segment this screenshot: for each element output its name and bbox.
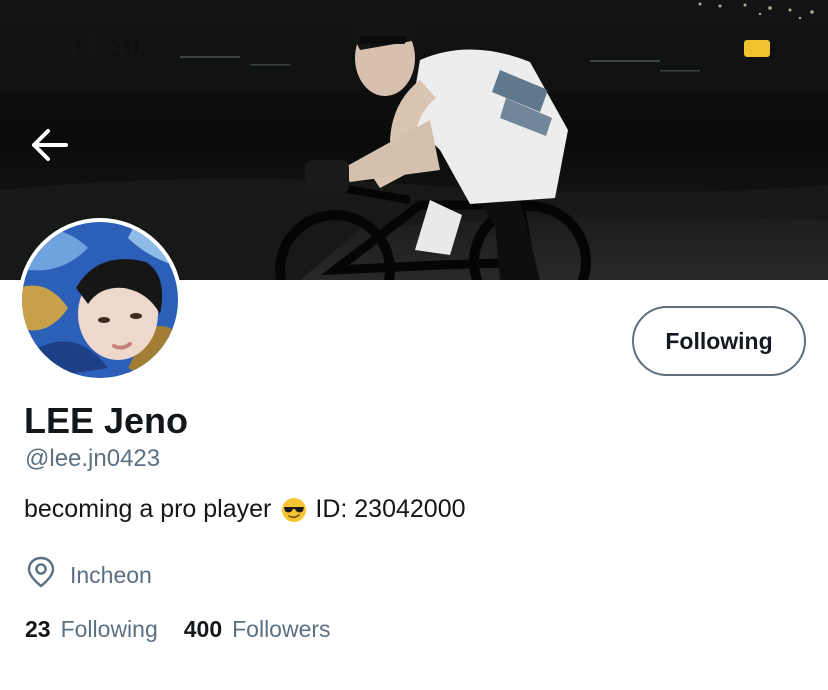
profile-location: Incheon [26,556,152,594]
location-text: Incheon [70,561,152,588]
display-name: LEE Jeno [24,400,189,441]
profile-stats: 23 Following 400 Followers [25,616,331,643]
profile-avatar[interactable] [18,218,182,382]
status-bar-time: 13:40 [64,30,146,63]
bio-text: becoming a pro player [24,495,272,523]
following-count: 23 [25,616,51,642]
followers-stat-link[interactable]: 400 Followers [184,616,331,643]
following-stat-link[interactable]: 23 Following [25,616,158,643]
following-button[interactable]: Following [632,306,806,376]
battery-icon [744,40,770,57]
location-pin-icon [26,556,56,594]
back-button[interactable] [30,128,82,176]
avatar-photo [18,218,182,382]
following-label: Following [60,616,158,642]
followers-count: 400 [183,616,223,642]
profile-bio: becoming a pro player ID: 23042000 [24,495,466,524]
followers-label: Followers [232,616,331,642]
profile-page: 13:40 Following LEE Jeno @lee.jn0423 bec… [0,0,828,690]
sunglasses-face-emoji [281,497,307,523]
bio-id: ID: 23042000 [315,495,466,523]
arrow-left-icon [32,129,68,161]
username-handle: @lee.jn0423 [25,445,161,472]
